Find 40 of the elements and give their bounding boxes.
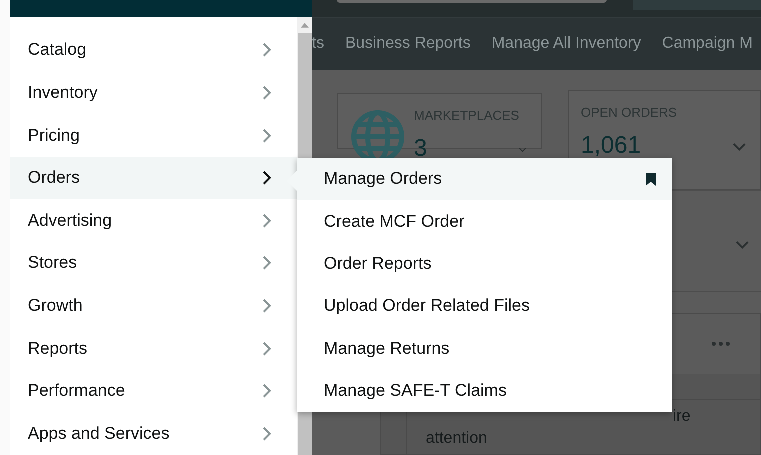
chevron-right-icon (263, 426, 271, 441)
chevron-right-icon (263, 256, 271, 270)
chevron-right-icon (263, 86, 271, 100)
menu-item[interactable]: Pricing (10, 114, 297, 157)
more-icon[interactable] (712, 342, 730, 346)
chevron-right-icon (263, 171, 271, 186)
menu-item[interactable]: Performance (10, 370, 297, 412)
submenu-item[interactable]: Create MCF Order (297, 200, 672, 243)
menu-item[interactable]: Growth (10, 284, 297, 328)
card-value: 1,061 (581, 132, 642, 160)
submenu-item[interactable]: Manage SAFE-T Claims (297, 370, 672, 412)
chevron-right-icon (263, 214, 271, 228)
menu-item[interactable]: Reports (10, 327, 297, 370)
search-field[interactable] (337, 0, 607, 3)
chevron-right-icon (263, 384, 271, 398)
submenu-item[interactable]: Upload Order Related Files (297, 285, 672, 328)
chevron-right-icon (263, 298, 271, 313)
submenu-item[interactable]: Manage Orders (297, 158, 672, 200)
submenu-item[interactable]: Manage Returns (297, 328, 672, 370)
chevron-down-icon[interactable] (733, 143, 746, 151)
menu-item[interactable]: Orders (10, 156, 297, 200)
chevron-right-icon (263, 342, 271, 356)
menu-item[interactable]: Advertising (10, 199, 297, 242)
chevron-right-icon (263, 128, 271, 143)
bookmark-icon[interactable] (646, 172, 656, 186)
nav-link[interactable]: ts (312, 34, 324, 53)
submenu-item[interactable]: Order Reports (297, 242, 672, 286)
menu-item[interactable]: Catalog (10, 29, 297, 72)
menu-item[interactable]: Stores (10, 242, 297, 285)
menu-item[interactable]: Inventory (10, 72, 297, 114)
scroll-up-icon[interactable] (300, 23, 308, 28)
alert-text: attention (426, 429, 488, 449)
alert-text: ire (672, 407, 692, 427)
nav-link[interactable]: Business Reports (345, 34, 471, 53)
menu-item[interactable]: Apps and Services (10, 412, 297, 455)
chevron-right-icon (263, 43, 271, 58)
chevron-down-icon[interactable] (736, 241, 749, 249)
chevron-down-icon[interactable] (519, 146, 527, 154)
nav-link[interactable]: Manage All Inventory (492, 34, 642, 53)
nav-link[interactable]: Campaign M (662, 34, 753, 53)
